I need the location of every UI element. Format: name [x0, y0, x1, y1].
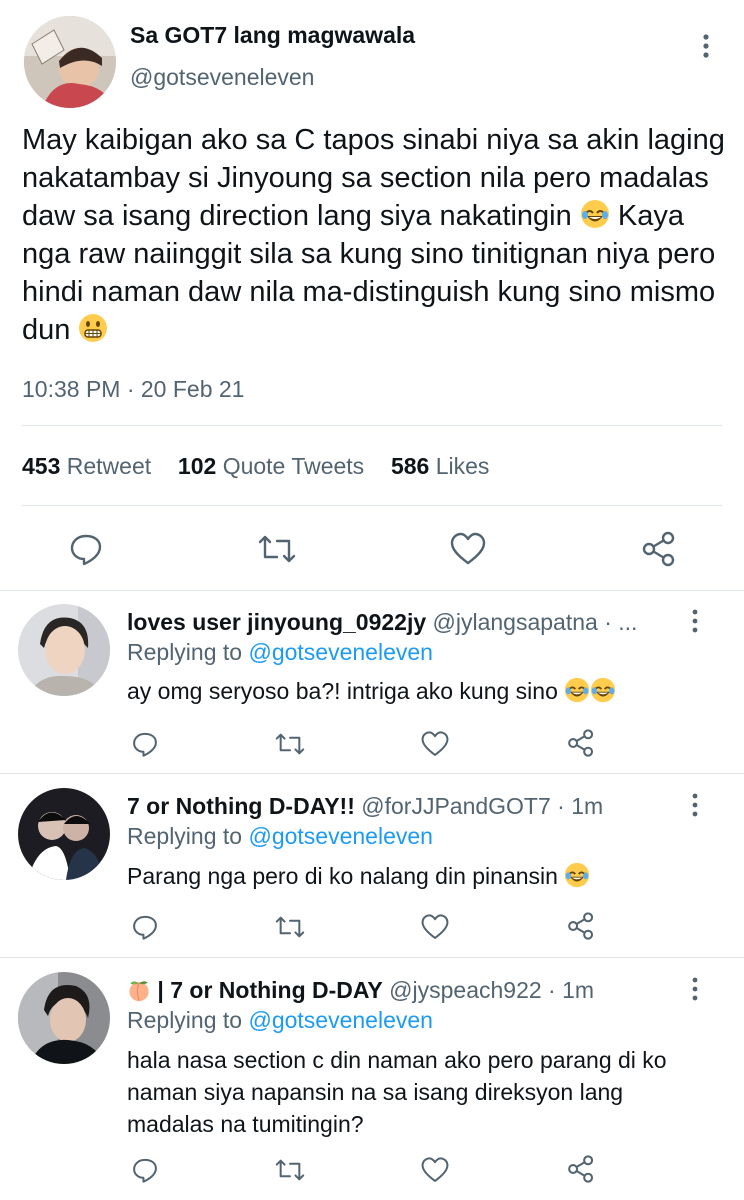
joy-emoji: [565, 677, 590, 703]
retweet-icon[interactable]: [274, 913, 306, 941]
likes-label: Likes: [435, 453, 490, 479]
retweet-icon[interactable]: [257, 531, 297, 567]
author-display-name[interactable]: Sa GOT7 lang magwawala: [130, 22, 415, 49]
avatar-photo: [18, 788, 110, 880]
reply-display-name[interactable]: | 7 or Nothing D-DAY: [157, 977, 382, 1003]
reply-text: hala nasa section c din naman ako pero p…: [127, 1044, 707, 1140]
likes-count: 586: [390, 453, 430, 479]
reply-avatar[interactable]: [18, 972, 110, 1064]
reply-icon[interactable]: [131, 730, 159, 758]
author-handle[interactable]: @gotseveneleven: [130, 64, 314, 91]
share-icon[interactable]: [566, 728, 596, 758]
reply-display-name[interactable]: 7 or Nothing D-DAY!!: [127, 793, 355, 819]
reply-text: Parang nga pero di ko nalang din pinansi…: [127, 862, 590, 890]
replying-to-label: Replying to: [127, 1007, 243, 1033]
reply-avatar[interactable]: [18, 788, 110, 880]
avatar-photo: [18, 972, 110, 1064]
tweet-stats: 453 Retweet 102 Quote Tweets 586 Likes: [22, 453, 489, 480]
reply-icon[interactable]: [131, 1156, 159, 1184]
reply-icon[interactable]: [68, 531, 104, 567]
reply-text-content: Parang nga pero di ko nalang din pinansi…: [127, 863, 558, 889]
divider: [22, 425, 722, 426]
grimacing-emoji: [79, 314, 108, 342]
joy-emoji: [591, 677, 616, 703]
replying-to-label: Replying to: [127, 823, 243, 849]
reply-icon[interactable]: [131, 913, 159, 941]
reply-header: | 7 or Nothing D-DAY @jyspeach922 · 1m: [127, 977, 594, 1004]
replying-to-handle[interactable]: @gotseveneleven: [248, 1007, 432, 1033]
reply-header: loves user jinyoung_0922jy @jylangsapatn…: [127, 609, 637, 636]
reply-handle[interactable]: @jyspeach922 · 1m: [389, 977, 594, 1003]
retweets-count: 453: [22, 453, 61, 479]
replying-to: Replying to @gotseveneleven: [127, 1007, 433, 1034]
more-options-icon[interactable]: [694, 32, 718, 60]
retweets-label: Retweet: [66, 453, 152, 479]
retweets-stat[interactable]: 453 Retweet: [22, 453, 158, 479]
replying-to-handle[interactable]: @gotseveneleven: [248, 823, 432, 849]
retweet-icon[interactable]: [274, 1156, 306, 1184]
quotes-stat[interactable]: 102 Quote Tweets: [178, 453, 371, 479]
peach-emoji: [129, 981, 149, 1002]
reply-display-name[interactable]: loves user jinyoung_0922jy: [127, 609, 426, 635]
tweet-text: May kaibigan ako sa C tapos sinabi niya …: [22, 121, 728, 349]
avatar-photo: [18, 604, 110, 696]
quotes-count: 102: [177, 453, 217, 479]
more-options-icon[interactable]: [685, 608, 705, 634]
more-options-icon[interactable]: [685, 976, 705, 1002]
like-icon[interactable]: [449, 531, 487, 567]
share-icon[interactable]: [566, 911, 596, 941]
reply-header: 7 or Nothing D-DAY!! @forJJPandGOT7 · 1m: [127, 793, 603, 820]
reply-text-content: ay omg seryoso ba?! intriga ako kung sin…: [127, 678, 558, 704]
quotes-label: Quote Tweets: [222, 453, 365, 479]
section-divider: [0, 773, 744, 774]
avatar-photo: [24, 16, 116, 108]
reply-avatar[interactable]: [18, 604, 110, 696]
replying-to-label: Replying to: [127, 639, 243, 665]
like-icon[interactable]: [420, 730, 450, 758]
author-avatar[interactable]: [24, 16, 116, 108]
more-options-icon[interactable]: [685, 792, 705, 818]
share-icon[interactable]: [566, 1154, 596, 1184]
reply-text-content: hala nasa section c din naman ako pero p…: [127, 1047, 667, 1137]
like-icon[interactable]: [420, 913, 450, 941]
retweet-icon[interactable]: [274, 730, 306, 758]
share-icon[interactable]: [640, 530, 678, 568]
section-divider: [0, 957, 744, 958]
reply-handle[interactable]: @jylangsapatna · ...: [433, 609, 638, 635]
joy-emoji: [580, 200, 609, 228]
tweet-timestamp[interactable]: 10:38 PM · 20 Feb 21: [22, 376, 244, 403]
replying-to: Replying to @gotseveneleven: [127, 823, 433, 850]
reply-handle[interactable]: @forJJPandGOT7 · 1m: [361, 793, 603, 819]
replying-to-handle[interactable]: @gotseveneleven: [248, 639, 432, 665]
like-icon[interactable]: [420, 1156, 450, 1184]
replying-to: Replying to @gotseveneleven: [127, 639, 433, 666]
joy-emoji: [565, 862, 590, 888]
reply-text: ay omg seryoso ba?! intriga ako kung sin…: [127, 677, 616, 705]
divider: [22, 505, 722, 506]
likes-stat[interactable]: 586 Likes: [391, 453, 489, 479]
section-divider: [0, 590, 744, 591]
